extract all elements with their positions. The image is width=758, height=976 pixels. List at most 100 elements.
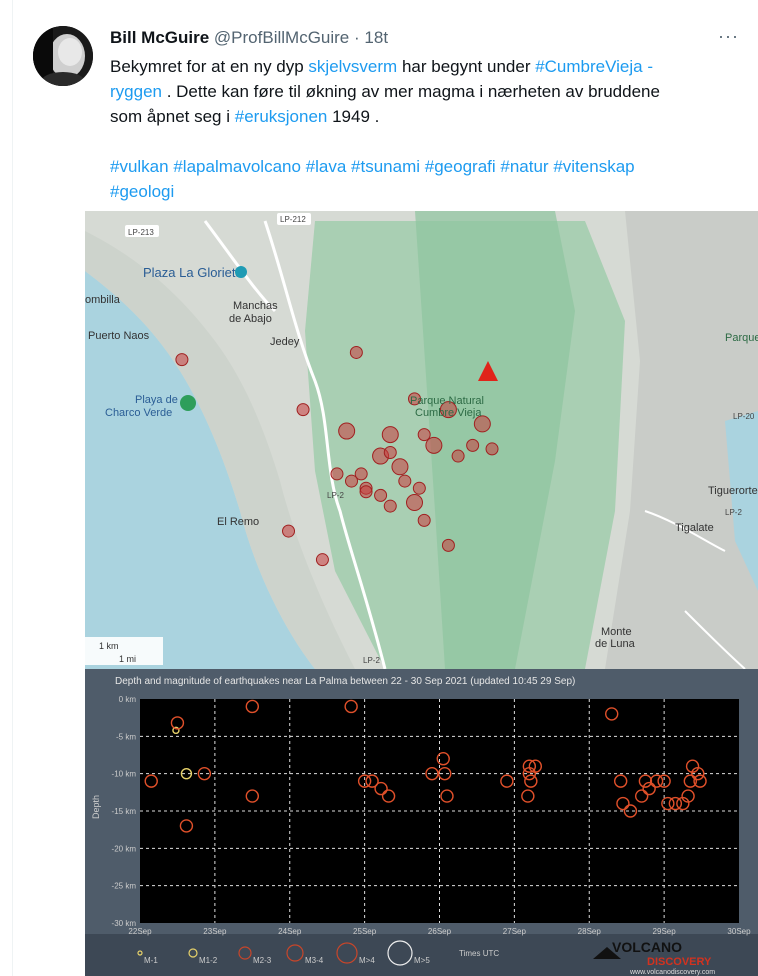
map-quake-marker bbox=[282, 524, 296, 538]
tweet-text-segment: har begynt under bbox=[397, 57, 536, 76]
tweet-line: Bekymret for at en ny dyp skjelvsverm ha… bbox=[110, 54, 730, 79]
hashtag-cumbrevieja[interactable]: #CumbreVieja - bbox=[535, 57, 653, 76]
map-quake-marker bbox=[381, 426, 399, 444]
tweet-header: Bill McGuire @ProfBillMcGuire · 18t bbox=[110, 28, 388, 48]
y-tick-label: -10 km bbox=[112, 770, 137, 779]
hashtag-link[interactable]: #geografi bbox=[425, 157, 496, 176]
map-quake-marker bbox=[330, 467, 344, 481]
label-lp20: LP-20 bbox=[733, 412, 755, 421]
hashtag-link[interactable]: #vulkan bbox=[110, 157, 169, 176]
map-quake-marker bbox=[374, 488, 388, 502]
tweet-text-segment: . Dette kan føre til økning av mer magma… bbox=[161, 82, 660, 101]
place-icon bbox=[235, 266, 247, 278]
hashtag-link[interactable]: #natur bbox=[500, 157, 548, 176]
label-lp213: LP-213 bbox=[128, 228, 154, 237]
avatar[interactable] bbox=[33, 26, 93, 86]
x-tick-label: 23Sep bbox=[203, 927, 227, 936]
legend-label: M1-2 bbox=[199, 956, 218, 965]
hashtag-link[interactable]: #tsunami bbox=[351, 157, 420, 176]
x-tick-labels: 22Sep 23Sep 24Sep 25Sep 26Sep 27Sep 28Sep 29Sep… bbox=[128, 927, 751, 936]
map-quake-marker bbox=[441, 538, 455, 552]
label-manchas: Manchas bbox=[233, 300, 278, 312]
earthquake-map: LP-213 LP-212 Plaza La Glorieta ombilla … bbox=[85, 211, 758, 669]
x-tick-label: 26Sep bbox=[428, 927, 452, 936]
label-tiguerorte: Tiguerorte bbox=[708, 485, 758, 497]
label-cumbre-vieja: Cumbre Vieja bbox=[415, 407, 482, 419]
label-tigalate: Tigalate bbox=[675, 522, 714, 534]
brand-volcano: VOLCANO bbox=[612, 939, 682, 955]
label-manchas-2: de Abajo bbox=[229, 313, 272, 325]
map-quake-marker bbox=[398, 474, 412, 488]
legend-label: M-1 bbox=[144, 956, 158, 965]
hashtag-link[interactable]: #vitenskap bbox=[553, 157, 634, 176]
map-quake-marker bbox=[315, 553, 329, 567]
depth-chart: Depth and magnitude of earthquakes near … bbox=[85, 669, 758, 976]
chart-ylabel: Depth bbox=[91, 795, 101, 819]
map-quake-marker bbox=[417, 428, 431, 442]
hashtag-link[interactable]: #geologi bbox=[110, 182, 174, 201]
y-tick-label: -20 km bbox=[112, 844, 137, 853]
x-tick-label: 28Sep bbox=[578, 927, 602, 936]
scale-km: 1 km bbox=[99, 641, 119, 651]
x-tick-label: 22Sep bbox=[128, 927, 152, 936]
plot-area bbox=[140, 699, 739, 923]
label-playa: Playa de bbox=[135, 394, 178, 406]
more-options-icon[interactable]: ··· bbox=[718, 26, 739, 47]
tweet-text-segment: som åpnet seg i bbox=[110, 107, 235, 126]
brand-discovery: DISCOVERY bbox=[647, 956, 712, 968]
tweet-text-segment: 1949 . bbox=[327, 107, 380, 126]
hashtag-ryggen[interactable]: ryggen bbox=[110, 82, 162, 101]
label-el-remo: El Remo bbox=[217, 516, 259, 528]
label-de-luna: de Luna bbox=[595, 638, 636, 650]
author-name[interactable]: Bill McGuire bbox=[110, 28, 209, 47]
x-tick-label: 27Sep bbox=[503, 927, 527, 936]
separator-dot: · bbox=[354, 28, 360, 47]
hashtag-link[interactable]: #lapalmavolcano bbox=[173, 157, 301, 176]
y-tick-label: -15 km bbox=[112, 807, 137, 816]
label-puerto-naos: Puerto Naos bbox=[88, 330, 150, 342]
map-quake-marker bbox=[425, 436, 443, 454]
map-quake-marker bbox=[451, 449, 465, 463]
link-skjelvsverm[interactable]: skjelvsverm bbox=[308, 57, 397, 76]
avatar-photo bbox=[33, 26, 93, 86]
tweet-line: som åpnet seg i #eruksjonen 1949 . bbox=[110, 104, 730, 129]
y-tick-label: 0 km bbox=[119, 695, 137, 704]
label-jedey: Jedey bbox=[270, 336, 300, 348]
hashtag-link[interactable]: #lava bbox=[306, 157, 347, 176]
label-ombilla: ombilla bbox=[85, 294, 121, 306]
x-tick-label: 25Sep bbox=[353, 927, 377, 936]
map-quake-marker bbox=[175, 353, 189, 367]
brand-url: www.volcanodiscovery.com bbox=[629, 969, 715, 976]
map-quake-marker bbox=[383, 445, 397, 459]
label-parque: Parque Natural bbox=[410, 395, 484, 407]
legend-label: M>5 bbox=[414, 956, 430, 965]
y-tick-label: -25 km bbox=[112, 882, 137, 891]
scale-mi: 1 mi bbox=[119, 654, 136, 664]
tweet-time[interactable]: 18t bbox=[364, 28, 388, 47]
label-lp2-a: LP-2 bbox=[327, 491, 344, 500]
map-quake-marker bbox=[412, 481, 426, 495]
tweet-text: Bekymret for at en ny dyp skjelvsverm ha… bbox=[110, 54, 730, 204]
x-tick-label: 30Sep bbox=[727, 927, 751, 936]
author-handle[interactable]: @ProfBillMcGuire bbox=[214, 28, 349, 47]
legend-label: M2-3 bbox=[253, 956, 272, 965]
map-quake-marker bbox=[296, 403, 310, 417]
tweet-text-segment: Bekymret for at en ny dyp bbox=[110, 57, 309, 76]
tweet-media[interactable]: LP-213 LP-212 Plaza La Glorieta ombilla … bbox=[85, 211, 758, 976]
map-quake-marker bbox=[391, 458, 409, 476]
hashtag-eruksjonen[interactable]: #eruksjonen bbox=[235, 107, 328, 126]
map-quake-marker bbox=[466, 438, 480, 452]
x-tick-label: 24Sep bbox=[278, 927, 302, 936]
label-playa-2: Charco Verde bbox=[105, 407, 172, 419]
map-quake-marker bbox=[406, 494, 424, 512]
legend-label: M>4 bbox=[359, 956, 375, 965]
map-quake-marker bbox=[383, 499, 397, 513]
x-tick-label: 29Sep bbox=[653, 927, 677, 936]
map-quake-marker bbox=[359, 485, 373, 499]
map-quake-marker bbox=[349, 345, 363, 359]
beach-icon bbox=[180, 395, 196, 411]
label-lp2-b: LP-2 bbox=[725, 508, 742, 517]
map-quake-marker bbox=[345, 474, 359, 488]
label-lp212: LP-212 bbox=[280, 215, 306, 224]
map-quake-marker bbox=[485, 442, 499, 456]
